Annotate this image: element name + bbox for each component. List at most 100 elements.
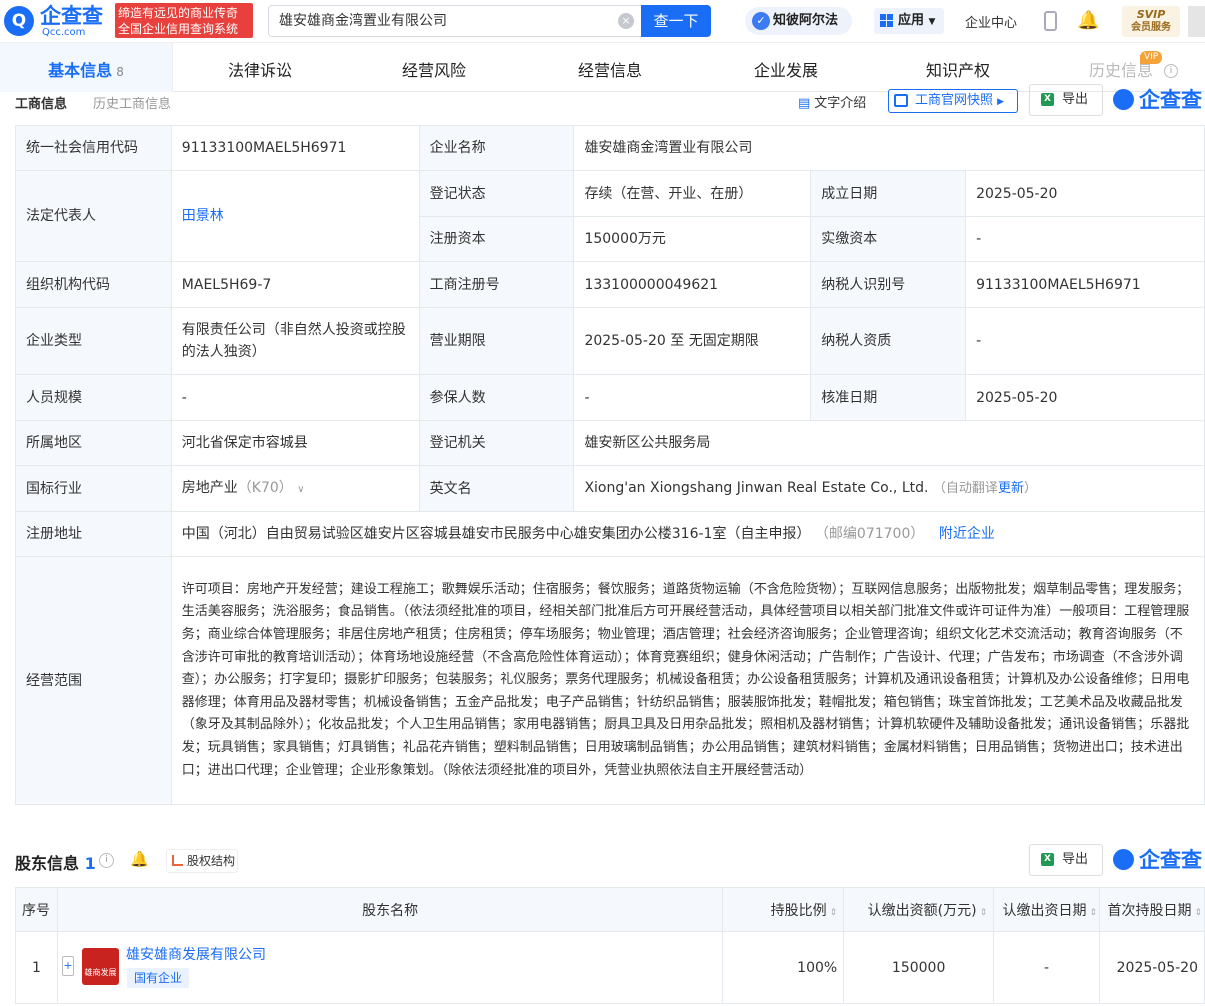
svip-sub: 会员服务 bbox=[1131, 22, 1171, 33]
company-name-label: 企业名称 bbox=[418, 125, 575, 171]
svip-button[interactable]: SVIP 会员服务 bbox=[1122, 6, 1180, 37]
legal-rep-link[interactable]: 田景林 bbox=[170, 170, 420, 262]
text-intro-button[interactable]: ▤ 文字介绍 bbox=[798, 92, 866, 111]
reg-capital-label: 注册资本 bbox=[418, 216, 575, 262]
org-code-value: MAEL5H69-7 bbox=[170, 261, 420, 308]
row-amount: 150000 bbox=[843, 931, 995, 1004]
structure-icon bbox=[172, 855, 183, 866]
slogan-line-2: 全国企业信用查询系统 bbox=[118, 22, 239, 36]
state-owned-badge: 国有企业 bbox=[127, 968, 190, 988]
tax-id-value: 91133100MAEL5H6971 bbox=[965, 261, 1205, 308]
address-value: 中国（河北）自由贸易试验区雄安片区容城县雄安市民服务中心雄安集团办公楼316-1… bbox=[170, 511, 1205, 557]
logo-name[interactable]: 企查查 bbox=[40, 4, 103, 28]
section-tabs: 基本信息 8 法律诉讼 经营风险 经营信息 企业发展 知识产权 历史信息 bbox=[0, 43, 1205, 92]
tab-count: 8 bbox=[116, 65, 124, 79]
qcc-logo-icon[interactable]: Q bbox=[4, 6, 34, 36]
subtab-business-info[interactable]: 工商信息 bbox=[15, 93, 67, 112]
row-first-date: 2025-05-20 bbox=[1099, 931, 1205, 1004]
term-label: 营业期限 bbox=[418, 307, 575, 375]
sort-icon: ⇕ bbox=[1194, 907, 1202, 918]
address-label: 注册地址 bbox=[15, 511, 172, 557]
info-icon[interactable]: i bbox=[1164, 64, 1178, 78]
org-code-label: 组织机构代码 bbox=[15, 261, 172, 308]
auto-translate-note: （自动翻译 bbox=[932, 481, 998, 496]
clear-icon[interactable]: × bbox=[618, 13, 634, 29]
paid-capital-value: - bbox=[965, 216, 1205, 262]
company-name-value: 雄安雄商金湾置业有限公司 bbox=[573, 125, 1205, 171]
col-name: 股东名称 bbox=[56, 887, 724, 932]
row-ratio: 100% bbox=[722, 931, 845, 1004]
tab-operation[interactable]: 经营信息 bbox=[521, 43, 699, 92]
company-type-label: 企业类型 bbox=[15, 307, 172, 375]
insured-value: - bbox=[573, 374, 812, 421]
col-date-label: 认缴出资日期 bbox=[1002, 902, 1087, 919]
tab-risk[interactable]: 经营风险 bbox=[347, 43, 521, 92]
expand-button[interactable]: + bbox=[62, 956, 74, 976]
play-icon: ▶ bbox=[997, 97, 1005, 107]
reg-no-label: 工商注册号 bbox=[418, 261, 575, 308]
shareholder-name-link[interactable]: 雄安雄商发展有限公司 bbox=[126, 944, 266, 964]
tab-development[interactable]: 企业发展 bbox=[699, 43, 873, 92]
qcc-watermark: 企查查 bbox=[1113, 848, 1202, 872]
logo-domain: Qcc.com bbox=[42, 27, 86, 38]
company-logo[interactable]: 雄商发展公司 bbox=[82, 948, 119, 985]
legal-rep-label: 法定代表人 bbox=[15, 170, 172, 262]
sort-icon: ⇕ bbox=[829, 907, 838, 918]
col-first-date-label: 首次持股日期 bbox=[1107, 902, 1192, 919]
nearby-companies-link[interactable]: 附近企业 bbox=[939, 526, 995, 542]
col-date[interactable]: 认缴出资日期 ⇕ bbox=[993, 887, 1101, 932]
bell-icon[interactable]: 🔔 bbox=[130, 850, 149, 868]
row-date: - bbox=[993, 931, 1101, 1004]
excel-icon: X bbox=[1041, 93, 1054, 106]
tab-basic-info[interactable]: 基本信息 8 bbox=[0, 43, 173, 92]
credit-code-label: 统一社会信用代码 bbox=[15, 125, 172, 171]
reg-no-value: 133100000049621 bbox=[573, 261, 812, 308]
enterprise-center-link[interactable]: 企业中心 bbox=[965, 12, 1017, 31]
excel-icon: X bbox=[1041, 853, 1054, 866]
search-button[interactable]: 查一下 bbox=[641, 5, 711, 37]
bell-icon[interactable]: 🔔 bbox=[1077, 10, 1099, 31]
address-text: 中国（河北）自由贸易试验区雄安片区容城县雄安市民服务中心雄安集团办公楼316-1… bbox=[181, 526, 811, 542]
tab-legal[interactable]: 法律诉讼 bbox=[173, 43, 347, 92]
col-first-date[interactable]: 首次持股日期 ⇕ bbox=[1099, 887, 1205, 932]
ai-icon: ✓ bbox=[752, 12, 770, 30]
english-name: Xiong'an Xiongshang Jinwan Real Estate C… bbox=[584, 480, 929, 496]
business-info-table: 统一社会信用代码 91133100MAEL5H6971 企业名称 雄安雄商金湾置… bbox=[15, 125, 1205, 805]
phone-icon[interactable] bbox=[1044, 11, 1057, 31]
tax-id-label: 纳税人识别号 bbox=[810, 261, 967, 308]
col-ratio-label: 持股比例 bbox=[770, 902, 827, 919]
svip-label: SVIP bbox=[1136, 8, 1166, 21]
snapshot-icon bbox=[894, 94, 908, 107]
info-icon[interactable]: i bbox=[99, 853, 114, 868]
scope-value: 许可项目：房地产开发经营；建设工程施工；歌舞娱乐活动；住宿服务；餐饮服务；道路货… bbox=[170, 556, 1205, 805]
search-input[interactable]: 雄安雄商金湾置业有限公司 bbox=[268, 5, 641, 37]
slogan-line-1: 缔造有远见的商业传奇 bbox=[118, 6, 239, 20]
qcc-watermark: 企查查 bbox=[1113, 88, 1202, 112]
postcode: （邮编071700） bbox=[814, 526, 925, 542]
top-bar: Q 企查查 Qcc.com 缔造有远见的商业传奇 全国企业信用查询系统 雄安雄商… bbox=[0, 0, 1205, 43]
document-icon: ▤ bbox=[798, 96, 811, 111]
term-value: 2025-05-20 至 无固定期限 bbox=[573, 307, 812, 375]
established-value: 2025-05-20 bbox=[965, 170, 1205, 217]
approved-label: 核准日期 bbox=[810, 374, 967, 421]
staff-value: - bbox=[170, 374, 420, 421]
approved-value: 2025-05-20 bbox=[965, 374, 1205, 421]
paid-capital-label: 实缴资本 bbox=[810, 216, 967, 262]
insured-label: 参保人数 bbox=[418, 374, 575, 421]
reg-capital-value: 150000万元 bbox=[573, 216, 812, 262]
avatar[interactable] bbox=[1188, 6, 1205, 37]
company-type-value: 有限责任公司（非自然人投资或控股的法人独资） bbox=[170, 307, 420, 375]
credit-code-value: 91133100MAEL5H6971 bbox=[170, 125, 420, 171]
text-intro-label: 文字介绍 bbox=[814, 96, 867, 111]
auto-translate-note-end: ） bbox=[1023, 481, 1037, 496]
vip-badge: VIP bbox=[1140, 51, 1163, 64]
industry-code: （K70） bbox=[237, 479, 293, 496]
subtab-history-business[interactable]: 历史工商信息 bbox=[93, 93, 171, 112]
industry-value[interactable]: 房地产业（K70） ∨ bbox=[170, 465, 420, 512]
col-ratio[interactable]: 持股比例 ⇕ bbox=[722, 887, 845, 932]
industry-name: 房地产业 bbox=[181, 479, 238, 496]
col-amount[interactable]: 认缴出资额(万元) ⇕ bbox=[843, 887, 995, 932]
update-link[interactable]: 更新 bbox=[998, 481, 1024, 496]
tab-ip[interactable]: 知识产权 bbox=[873, 43, 1043, 92]
sort-icon: ⇕ bbox=[979, 907, 988, 918]
